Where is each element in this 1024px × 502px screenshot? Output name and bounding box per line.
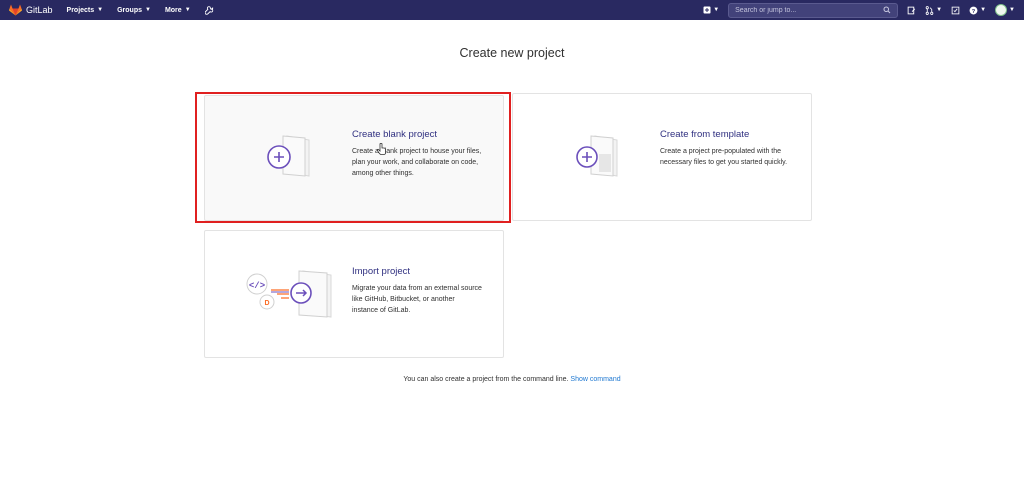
chevron-down-icon: ▼ xyxy=(97,7,104,13)
nav-projects-label: Projects xyxy=(66,6,95,14)
card-description: Migrate your data from an external sourc… xyxy=(352,285,482,314)
plus-square-icon xyxy=(703,6,711,14)
nav-groups-label: Groups xyxy=(117,6,142,14)
show-command-link[interactable]: Show command xyxy=(570,376,620,383)
question-icon: ? xyxy=(969,6,978,14)
card-title: Create from template xyxy=(660,129,750,140)
todos-icon[interactable] xyxy=(951,6,960,15)
card-description: Create a project pre-populated with the … xyxy=(660,148,788,166)
cli-hint-text: You can also create a project from the c… xyxy=(403,376,569,383)
card-description: Create a blank project to house your fil… xyxy=(352,148,482,177)
blank-project-icon xyxy=(267,135,310,177)
card-title: Create blank project xyxy=(352,129,438,140)
svg-text:D: D xyxy=(264,300,269,307)
svg-text:?: ? xyxy=(972,8,976,14)
nav-more-label: More xyxy=(164,6,182,14)
brand-name: GitLab xyxy=(26,5,53,15)
issues-icon[interactable] xyxy=(907,6,916,15)
new-item-button[interactable]: ▼ xyxy=(703,6,719,14)
search-box[interactable] xyxy=(728,2,899,18)
chevron-down-icon: ▼ xyxy=(980,7,987,13)
merge-requests-icon[interactable]: ▼ xyxy=(925,5,943,15)
gitlab-logo[interactable]: GitLab xyxy=(9,4,53,16)
nav-groups[interactable]: Groups ▼ xyxy=(117,7,151,14)
template-project-icon xyxy=(576,135,618,177)
import-project-card[interactable]: </> D Import project Migrate your data f… xyxy=(204,230,504,358)
nav-more[interactable]: More ▼ xyxy=(165,7,191,14)
admin-wrench-icon[interactable] xyxy=(204,5,214,15)
nav-projects[interactable]: Projects ▼ xyxy=(67,7,104,14)
import-project-icon: </> D xyxy=(246,270,332,318)
chevron-down-icon: ▼ xyxy=(936,7,943,13)
user-menu[interactable]: ▼ xyxy=(995,4,1015,16)
cli-hint: You can also create a project from the c… xyxy=(0,376,1024,383)
top-navbar: GitLab Projects ▼ Groups ▼ More ▼ ▼ Sear… xyxy=(0,0,1024,20)
svg-text:</>: </> xyxy=(249,281,265,291)
help-button[interactable]: ? ▼ xyxy=(969,6,986,15)
chevron-down-icon: ▼ xyxy=(184,7,191,13)
chevron-down-icon: ▼ xyxy=(145,7,151,13)
create-from-template-card[interactable]: Create from template Create a project pr… xyxy=(512,93,812,221)
search-input[interactable] xyxy=(735,6,876,14)
create-blank-project-card[interactable]: Create blank project Create a blank proj… xyxy=(204,95,504,221)
chevron-down-icon: ▼ xyxy=(713,7,720,13)
card-title: Import project xyxy=(352,266,411,277)
tanuki-icon xyxy=(9,4,22,16)
avatar xyxy=(995,4,1008,16)
hand-cursor-icon xyxy=(377,143,386,155)
chevron-down-icon: ▼ xyxy=(1009,7,1015,13)
page-title: Create new project xyxy=(459,46,565,60)
search-icon xyxy=(883,6,891,14)
